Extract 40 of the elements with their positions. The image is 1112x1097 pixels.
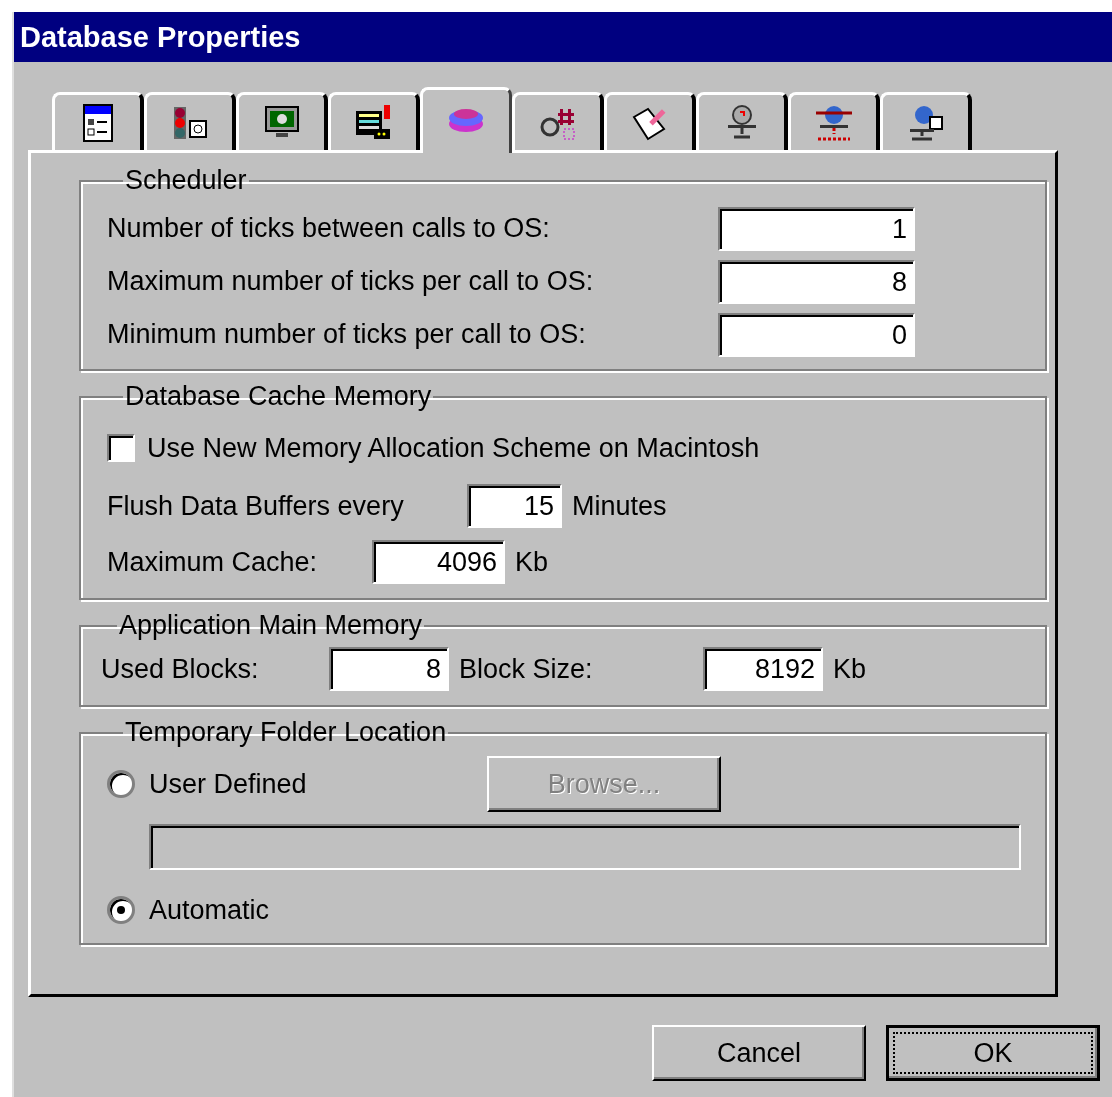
group-title: Database Cache Memory xyxy=(124,381,433,412)
dialog-button[interactable]: OK xyxy=(886,1025,1100,1081)
group-title: Scheduler xyxy=(124,165,248,196)
number-field[interactable]: 0 xyxy=(718,312,915,357)
tab[interactable] xyxy=(420,87,512,153)
unit-label: Kb xyxy=(515,546,549,578)
checkbox-label: Use New Memory Allocation Scheme on Macintosh xyxy=(147,432,760,464)
window-title: Database Properties xyxy=(20,20,301,54)
number-field[interactable]: 4096 xyxy=(372,540,505,584)
field-label: Maximum Cache: xyxy=(107,546,319,578)
radio-button[interactable] xyxy=(107,770,135,798)
tab[interactable] xyxy=(880,92,972,150)
field-label: Number of ticks between calls to OS: xyxy=(107,213,550,244)
group-title: Application Main Memory xyxy=(118,610,424,641)
number-field[interactable]: 8 xyxy=(329,647,449,691)
field-label: Used Blocks: xyxy=(101,653,260,685)
number-field[interactable]: 1 xyxy=(718,206,915,251)
tab[interactable] xyxy=(236,92,328,150)
number-field[interactable]: 15 xyxy=(467,484,562,528)
checkbox[interactable] xyxy=(107,434,135,462)
tab[interactable] xyxy=(328,92,420,150)
tab[interactable] xyxy=(604,92,696,150)
field-label: Maximum number of ticks per call to OS: xyxy=(107,266,594,297)
radio-label: Automatic xyxy=(149,894,271,926)
unit-label: Minutes xyxy=(572,490,667,522)
tab[interactable] xyxy=(512,92,604,150)
field-label: Minimum number of ticks per call to OS: xyxy=(107,319,586,350)
number-field[interactable]: 8 xyxy=(718,259,915,304)
unit-label: Kb xyxy=(833,653,867,685)
tab[interactable] xyxy=(144,92,236,150)
number-field[interactable]: 8192 xyxy=(703,647,823,691)
tab[interactable] xyxy=(696,92,788,150)
radio-button[interactable] xyxy=(107,896,135,924)
group-title: Temporary Folder Location xyxy=(124,717,448,748)
radio-label: User Defined xyxy=(149,768,308,800)
field-label: Block Size: xyxy=(459,653,594,685)
field-label: Flush Data Buffers every xyxy=(107,490,405,522)
tab[interactable] xyxy=(52,92,144,150)
dialog-button[interactable]: Cancel xyxy=(652,1025,866,1081)
tab[interactable] xyxy=(788,92,880,150)
